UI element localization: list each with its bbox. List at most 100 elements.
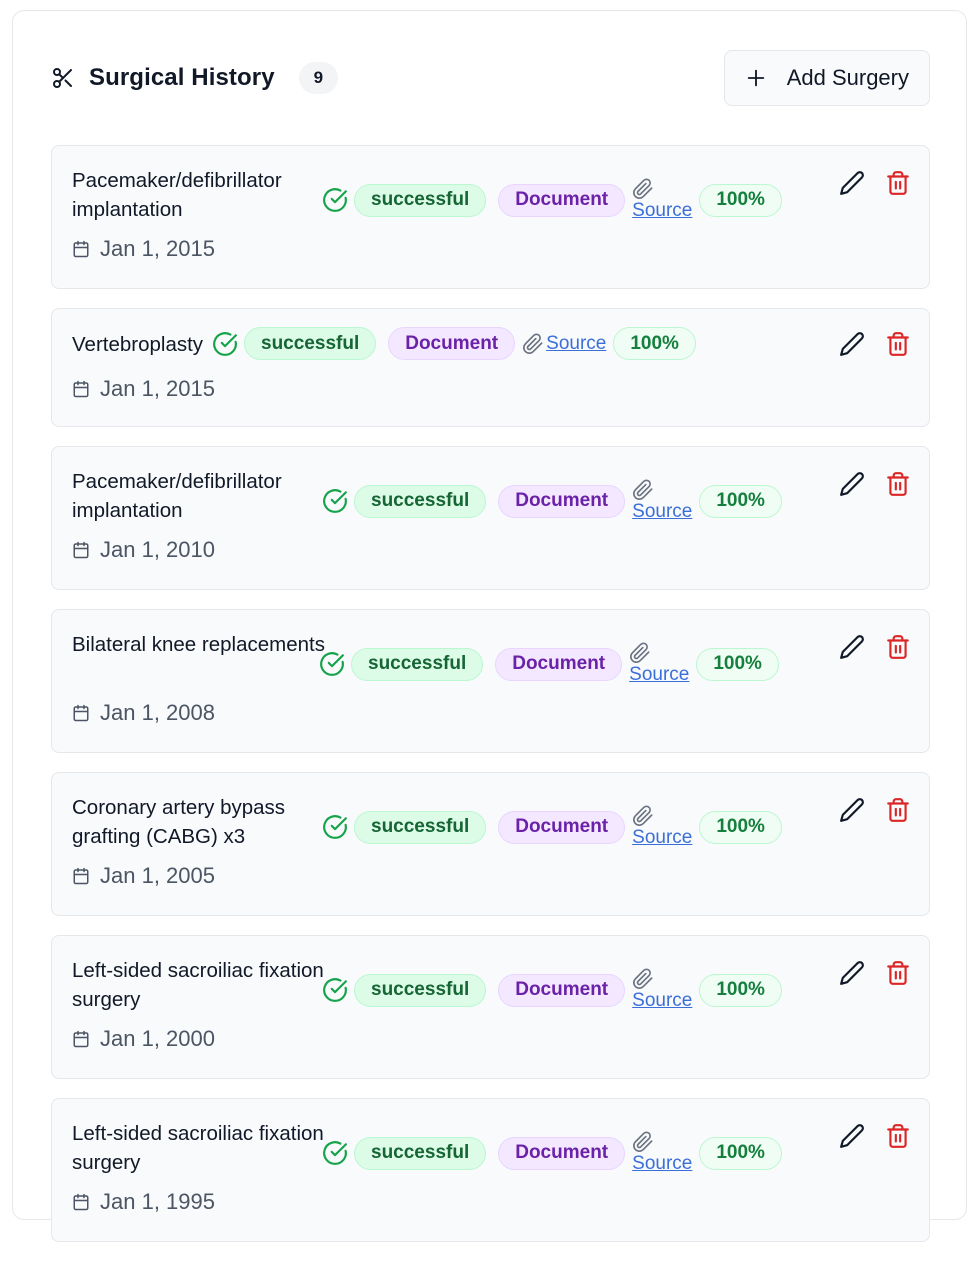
- row-actions: [839, 634, 911, 660]
- add-surgery-label: Add Surgery: [786, 65, 909, 90]
- status-badge: successful: [351, 647, 484, 681]
- status-badge: successful: [354, 484, 487, 518]
- edit-pencil-icon[interactable]: [839, 634, 865, 660]
- surgery-card: Left-sided sacroiliac fixation surgery J…: [51, 1098, 930, 1242]
- source-link[interactable]: Source: [629, 642, 689, 686]
- status-badge: successful: [354, 183, 487, 217]
- surgery-date: Jan 1, 2010: [72, 537, 215, 563]
- surgery-name: Pacemaker/defibrillator implantation: [72, 470, 282, 522]
- edit-pencil-icon[interactable]: [839, 797, 865, 823]
- check-circle-icon: [322, 814, 348, 840]
- calendar-icon: [72, 541, 90, 559]
- type-badge: Document: [498, 484, 626, 518]
- plus-icon: [745, 67, 767, 89]
- scissors-icon: [51, 66, 75, 90]
- source-link[interactable]: Source: [632, 479, 692, 523]
- type-badge: Document: [495, 647, 623, 681]
- calendar-icon: [72, 704, 90, 722]
- surgery-tags: successful Document Source 100%: [212, 327, 696, 360]
- surgery-tags: successful Document Source 100%: [322, 178, 782, 222]
- source-link[interactable]: Source: [632, 1131, 692, 1175]
- status-badge: successful: [354, 973, 487, 1007]
- status-badge: successful: [354, 810, 487, 844]
- edit-pencil-icon[interactable]: [839, 331, 865, 357]
- paperclip-icon: [632, 479, 654, 501]
- paperclip-icon: [632, 805, 654, 827]
- check-circle-icon: [322, 488, 348, 514]
- paperclip-icon: [632, 968, 654, 990]
- title-group: Surgical History 9: [51, 62, 339, 94]
- delete-trash-icon[interactable]: [885, 960, 911, 986]
- surgery-tags: successful Document Source 100%: [322, 968, 782, 1012]
- confidence-badge: 100%: [699, 973, 782, 1007]
- surgery-tags: successful Document Source 100%: [319, 642, 779, 686]
- delete-trash-icon[interactable]: [885, 170, 911, 196]
- calendar-icon: [72, 380, 90, 398]
- surgery-name: Left-sided sacroiliac fixation surgery: [72, 959, 324, 1011]
- source-link-label: Source: [632, 1153, 693, 1174]
- paperclip-icon: [522, 332, 544, 355]
- delete-trash-icon[interactable]: [885, 471, 911, 497]
- confidence-badge: 100%: [696, 647, 779, 681]
- confidence-badge: 100%: [699, 1136, 782, 1170]
- calendar-icon: [72, 867, 90, 885]
- edit-pencil-icon[interactable]: [839, 1123, 865, 1149]
- edit-pencil-icon[interactable]: [839, 960, 865, 986]
- surgical-history-panel: Surgical History 9 Add Surgery Pacemaker…: [12, 10, 967, 1242]
- check-circle-icon: [322, 1140, 348, 1166]
- check-circle-icon: [322, 977, 348, 1003]
- surgery-name: Bilateral knee replacements: [72, 633, 325, 656]
- delete-trash-icon[interactable]: [885, 1123, 911, 1149]
- source-link[interactable]: Source: [632, 178, 692, 222]
- surgery-date: Jan 1, 2008: [72, 700, 215, 726]
- confidence-badge: 100%: [613, 327, 696, 360]
- source-link[interactable]: Source: [522, 333, 606, 355]
- source-link-label: Source: [546, 332, 607, 354]
- calendar-icon: [72, 240, 90, 258]
- surgery-date-text: Jan 1, 2010: [100, 537, 215, 562]
- source-link-label: Source: [632, 501, 693, 522]
- paperclip-icon: [629, 642, 651, 664]
- add-surgery-button[interactable]: Add Surgery: [723, 50, 930, 106]
- surgery-date: Jan 1, 2005: [72, 863, 215, 889]
- surgery-date-text: Jan 1, 2000: [100, 1026, 215, 1051]
- surgery-card: Pacemaker/defibrillator implantation Jan…: [51, 145, 930, 289]
- surgery-date: Jan 1, 1995: [72, 1189, 215, 1215]
- surgery-name: Left-sided sacroiliac fixation surgery: [72, 1122, 324, 1174]
- surgery-tags: successful Document Source 100%: [322, 1131, 782, 1175]
- calendar-icon: [72, 1030, 90, 1048]
- surgery-card: Pacemaker/defibrillator implantation Jan…: [51, 446, 930, 590]
- surgery-name: Vertebroplasty: [72, 333, 204, 356]
- status-badge: successful: [354, 1136, 487, 1170]
- surgery-card: Left-sided sacroiliac fixation surgery J…: [51, 935, 930, 1079]
- delete-trash-icon[interactable]: [885, 331, 911, 357]
- row-actions: [839, 1123, 911, 1149]
- check-circle-icon: [322, 187, 348, 213]
- source-link[interactable]: Source: [632, 805, 692, 849]
- status-badge: successful: [244, 327, 377, 360]
- source-link-label: Source: [632, 827, 693, 848]
- surgery-card: Coronary artery bypass grafting (CABG) x…: [51, 772, 930, 916]
- type-badge: Document: [498, 810, 626, 844]
- edit-pencil-icon[interactable]: [839, 170, 865, 196]
- surgery-tags: successful Document Source 100%: [322, 805, 782, 849]
- confidence-badge: 100%: [699, 183, 782, 217]
- source-link-label: Source: [629, 664, 690, 685]
- surgery-date-text: Jan 1, 2015: [100, 376, 215, 401]
- delete-trash-icon[interactable]: [885, 634, 911, 660]
- surgery-date: Jan 1, 2015: [72, 376, 215, 402]
- source-link-label: Source: [632, 200, 693, 221]
- row-actions: [839, 331, 911, 357]
- edit-pencil-icon[interactable]: [839, 471, 865, 497]
- surgery-date-text: Jan 1, 2005: [100, 863, 215, 888]
- calendar-icon: [72, 1193, 90, 1211]
- row-actions: [839, 797, 911, 823]
- surgery-date: Jan 1, 2015: [72, 236, 215, 262]
- surgery-date-text: Jan 1, 2008: [100, 700, 215, 725]
- delete-trash-icon[interactable]: [885, 797, 911, 823]
- surgery-name: Pacemaker/defibrillator implantation: [72, 169, 282, 221]
- source-link[interactable]: Source: [632, 968, 692, 1012]
- paperclip-icon: [632, 178, 654, 200]
- page-title: Surgical History: [89, 64, 275, 91]
- type-badge: Document: [498, 1136, 626, 1170]
